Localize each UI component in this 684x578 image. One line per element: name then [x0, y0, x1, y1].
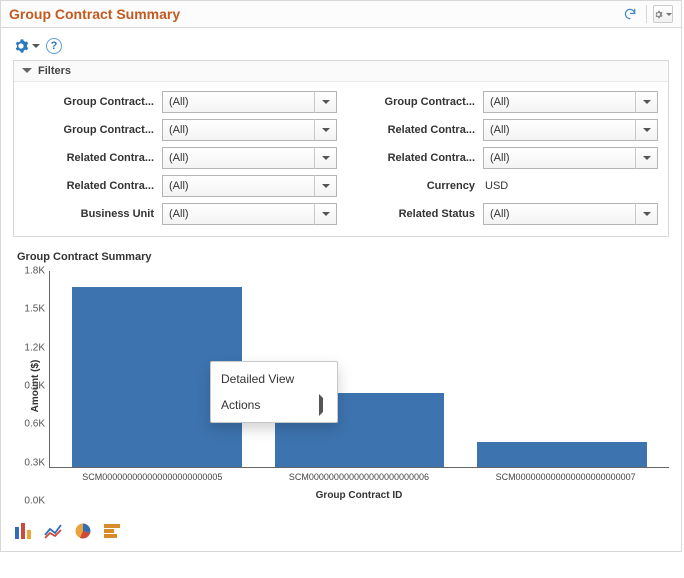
y-axis-ticks: 1.8K1.5K1.2K0.9K0.6K0.3K0.0K [19, 271, 49, 501]
currency-value: USD [483, 180, 508, 192]
filter-select[interactable]: (All) [162, 147, 337, 169]
filter-left-2: Related Contra... (All) [20, 144, 341, 172]
filter-select[interactable]: (All) [162, 119, 337, 141]
chart-title: Group Contract Summary [13, 247, 669, 271]
y-tick: 0.6K [24, 419, 45, 430]
x-axis-ticks: SCM000000000000000000000005SCM0000000000… [49, 468, 669, 482]
filter-select[interactable]: (All) [483, 147, 658, 169]
bar-2[interactable] [477, 442, 647, 467]
filter-label: Business Unit [24, 208, 154, 220]
chevron-down-icon [635, 91, 657, 113]
chart-type-pie-icon[interactable] [73, 521, 93, 539]
chevron-down-icon [635, 147, 657, 169]
filter-label: Currency [345, 180, 475, 192]
chevron-down-icon [314, 91, 336, 113]
y-tick: 1.8K [24, 266, 45, 277]
filter-select[interactable]: (All) [483, 203, 658, 225]
chart-type-hbar-icon[interactable] [103, 521, 123, 539]
chevron-down-icon [635, 203, 657, 225]
panel-settings-menu[interactable] [653, 5, 673, 23]
chevron-down-icon [314, 203, 336, 225]
panel-title: Group Contract Summary [9, 6, 180, 22]
bar-context-menu: Detailed View Actions [210, 361, 338, 423]
chart-type-switcher [1, 511, 681, 551]
filter-label: Group Contract... [345, 96, 475, 108]
filter-right-2: Related Contra... (All) [341, 144, 662, 172]
plot-area: Detailed View Actions [49, 271, 669, 468]
filter-right-0: Group Contract... (All) [341, 88, 662, 116]
y-axis: Amount ($) 1.8K1.5K1.2K0.9K0.6K0.3K0.0K [13, 271, 49, 501]
filter-label: Related Contra... [345, 124, 475, 136]
filter-select[interactable]: (All) [162, 91, 337, 113]
chevron-down-icon [635, 119, 657, 141]
filter-left-1: Group Contract... (All) [20, 116, 341, 144]
filter-label: Related Contra... [345, 152, 475, 164]
x-tick: SCM000000000000000000000007 [463, 472, 668, 482]
panel-tools [620, 5, 673, 23]
panel-header: Group Contract Summary [1, 1, 681, 28]
options-menu[interactable] [13, 38, 40, 54]
y-tick: 0.0K [24, 496, 45, 507]
chart-type-line-icon[interactable] [43, 521, 63, 539]
filter-select[interactable]: (All) [162, 175, 337, 197]
menu-detailed-view[interactable]: Detailed View [211, 366, 337, 392]
filter-left-4: Business Unit (All) [20, 200, 341, 228]
chevron-down-icon [314, 119, 336, 141]
filter-left-3: Related Contra... (All) [20, 172, 341, 200]
filters-title: Filters [38, 65, 71, 77]
filter-label: Related Contra... [24, 152, 154, 164]
menu-actions[interactable]: Actions [211, 392, 337, 418]
filter-label: Related Contra... [24, 180, 154, 192]
filter-select[interactable]: (All) [162, 203, 337, 225]
refresh-icon[interactable] [620, 5, 640, 23]
filter-right-4: Related Status (All) [341, 200, 662, 228]
filters-toggle[interactable]: Filters [14, 61, 668, 82]
chevron-down-icon [314, 175, 336, 197]
filter-right-1: Related Contra... (All) [341, 116, 662, 144]
y-tick: 0.9K [24, 381, 45, 392]
y-tick: 1.2K [24, 342, 45, 353]
x-tick: SCM000000000000000000000005 [50, 472, 255, 482]
filter-select[interactable]: (All) [483, 91, 658, 113]
chevron-down-icon [314, 147, 336, 169]
filters-body: Group Contract... (All) Group Contract..… [14, 82, 668, 236]
help-icon[interactable]: ? [46, 38, 62, 54]
chevron-down-icon [22, 68, 32, 78]
toolbar-separator [646, 5, 647, 23]
inner-toolbar: ? [1, 28, 681, 60]
chart: Amount ($) 1.8K1.5K1.2K0.9K0.6K0.3K0.0K … [13, 271, 669, 501]
x-tick: SCM000000000000000000000006 [257, 472, 462, 482]
chart-type-bar-icon[interactable] [13, 521, 33, 539]
bars-container [50, 271, 669, 467]
y-tick: 0.3K [24, 457, 45, 468]
group-contract-summary-panel: Group Contract Summary ? Filters Group C… [0, 0, 682, 552]
submenu-arrow-icon [311, 398, 327, 412]
filter-label: Group Contract... [24, 96, 154, 108]
x-axis-label: Group Contract ID [49, 482, 669, 501]
chart-area: Group Contract Summary Amount ($) 1.8K1.… [13, 247, 669, 501]
filter-select[interactable]: (All) [483, 119, 658, 141]
filter-left-0: Group Contract... (All) [20, 88, 341, 116]
filter-label: Group Contract... [24, 124, 154, 136]
filter-right-3: Currency USD [341, 172, 662, 200]
filter-label: Related Status [345, 208, 475, 220]
filters-section: Filters Group Contract... (All) Group Co… [13, 60, 669, 237]
y-tick: 1.5K [24, 304, 45, 315]
